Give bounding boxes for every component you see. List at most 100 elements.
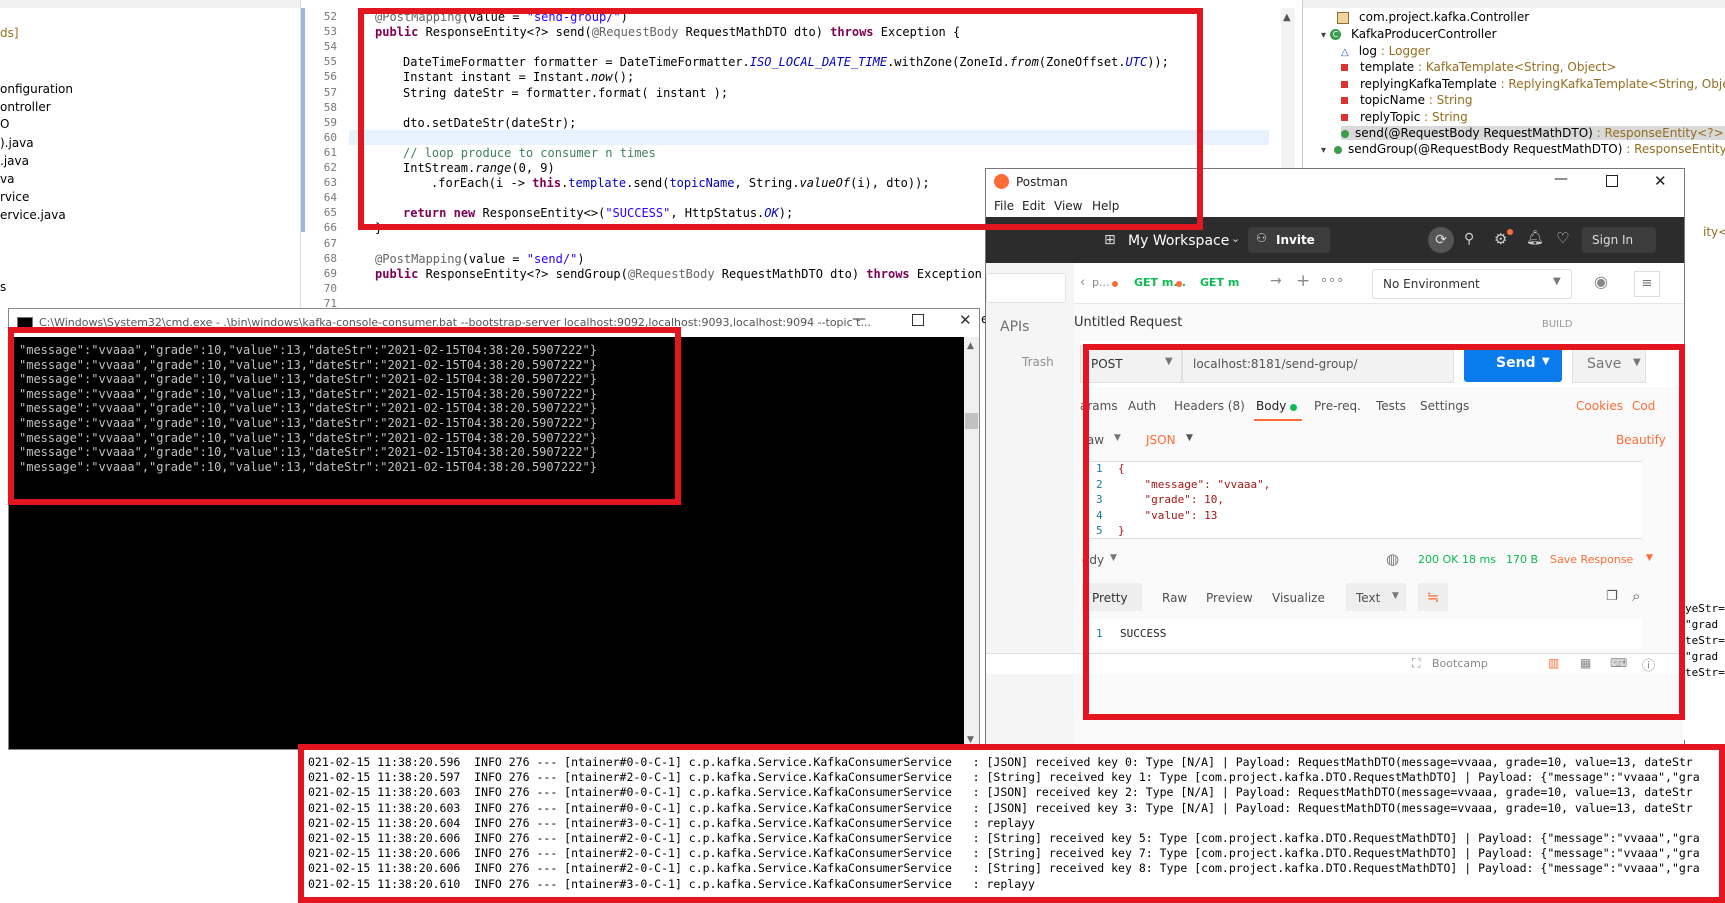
- request-tab[interactable]: GET m: [1200, 276, 1239, 289]
- response-size[interactable]: 170 B: [1506, 553, 1538, 566]
- cmd-scrollbar[interactable]: ▲ ▼: [964, 337, 979, 749]
- explorer-item[interactable]: rvice: [0, 190, 29, 204]
- new-tab-plus-icon[interactable]: +: [1296, 271, 1310, 291]
- body-line[interactable]: }: [1118, 524, 1125, 537]
- body-line[interactable]: "message": "vvaaa",: [1118, 478, 1270, 491]
- two-pane-icon[interactable]: ▦: [1580, 656, 1591, 670]
- invite-button[interactable]: ⚇ Invite: [1248, 227, 1330, 253]
- chevron-down-icon[interactable]: ▾: [1321, 30, 1326, 41]
- menu-help[interactable]: Help: [1092, 199, 1119, 213]
- code-line[interactable]: return new ResponseEntity<>("SUCCESS", H…: [403, 206, 793, 220]
- menu-view[interactable]: View: [1054, 199, 1082, 213]
- tab-prerequest[interactable]: Pre-req.: [1314, 399, 1361, 413]
- cookies-link[interactable]: Cookies: [1576, 399, 1623, 413]
- minimize-icon[interactable]: —: [1554, 171, 1568, 187]
- body-mode-select[interactable]: raw: [1082, 433, 1104, 447]
- maximize-icon[interactable]: [912, 314, 924, 326]
- cmd-titlebar[interactable]: C:\Windows\System32\cmd.exe - .\bin\wind…: [9, 309, 979, 337]
- outline-method[interactable]: ▾ sendGroup(@RequestBody RequestMathDTO) …: [1321, 142, 1725, 156]
- explorer-item[interactable]: ervice.java: [0, 208, 66, 222]
- more-icon[interactable]: ∘∘∘: [1320, 273, 1344, 288]
- bell-icon[interactable]: 🔔︎: [1526, 230, 1544, 246]
- satellite-icon[interactable]: ⚲: [1464, 231, 1474, 247]
- search-icon[interactable]: ⌕: [1632, 587, 1640, 605]
- eye-icon[interactable]: ◉: [1594, 272, 1608, 291]
- scroll-up-icon[interactable]: ▲: [1283, 12, 1291, 23]
- code-line[interactable]: String dateStr = formatter.format( insta…: [403, 86, 728, 100]
- url-input[interactable]: localhost:8181/send-group/: [1182, 345, 1454, 383]
- code-line[interactable]: public ResponseEntity<?> send(@RequestBo…: [375, 25, 960, 39]
- tab-params[interactable]: arams: [1080, 399, 1118, 413]
- explorer-item[interactable]: O: [0, 117, 9, 131]
- explorer-item[interactable]: .java: [0, 154, 29, 168]
- code-line[interactable]: Instant instant = Instant.now();: [403, 70, 634, 84]
- maximize-icon[interactable]: [1606, 175, 1618, 187]
- build-label[interactable]: BUILD: [1542, 319, 1572, 330]
- explorer-item[interactable]: va: [0, 172, 14, 186]
- cmd-window[interactable]: C:\Windows\System32\cmd.exe - .\bin\wind…: [8, 308, 980, 750]
- explorer-item[interactable]: s: [0, 280, 6, 294]
- chevron-down-icon[interactable]: ⌄: [1231, 232, 1240, 245]
- bootcamp-link[interactable]: Bootcamp: [1432, 657, 1488, 670]
- send-dropdown-icon[interactable]: ▼: [1542, 356, 1550, 367]
- postman-window[interactable]: Postman — ✕ File Edit View Help ⊞ My Wor…: [985, 168, 1685, 750]
- response-status[interactable]: 200 OK: [1418, 553, 1458, 566]
- outline-field[interactable]: △ log : Logger: [1341, 44, 1430, 58]
- bootcamp-icon[interactable]: ⛶: [1412, 656, 1420, 671]
- chevron-down-icon[interactable]: ▾: [1321, 145, 1326, 156]
- keyboard-icon[interactable]: ⌨: [1610, 656, 1627, 670]
- tab-tests[interactable]: Tests: [1376, 399, 1406, 413]
- outline-package[interactable]: com.project.kafka.Controller: [1337, 10, 1529, 24]
- send-button[interactable]: Send ▼: [1464, 345, 1562, 382]
- sign-in-button[interactable]: Sign In: [1582, 227, 1656, 253]
- outline-method[interactable]: send(@RequestBody RequestMathDTO) : Resp…: [1341, 126, 1725, 140]
- menu-file[interactable]: File: [994, 199, 1014, 213]
- workspace-selector[interactable]: My Workspace: [1128, 233, 1229, 249]
- sidebar-search[interactable]: [986, 273, 1066, 303]
- request-body-editor[interactable]: 1 {2 "message": "vvaaa", 3 "grade": 10, 4 "…: [1082, 461, 1642, 539]
- save-dropdown-icon[interactable]: ▼: [1633, 357, 1641, 368]
- method-select[interactable]: POST ▼: [1080, 345, 1182, 383]
- sidebar-item-trash[interactable]: Trash: [1022, 355, 1054, 369]
- sidebar-item-apis[interactable]: APIs: [1000, 319, 1029, 335]
- tab-body[interactable]: Body: [1256, 399, 1286, 413]
- explorer-item[interactable]: ontroller: [0, 100, 51, 114]
- save-response-button[interactable]: Save Response: [1550, 553, 1633, 566]
- help-icon[interactable]: ⓘ: [1642, 655, 1655, 674]
- request-name[interactable]: Untitled Request: [1074, 315, 1182, 330]
- explorer-item[interactable]: onfiguration: [0, 82, 73, 96]
- explorer-item[interactable]: ).java: [0, 136, 34, 150]
- outline-class[interactable]: ▾ C KafkaProducerController: [1321, 27, 1497, 41]
- tab-pretty[interactable]: Pretty: [1082, 583, 1142, 611]
- sync-icon[interactable]: ⟳: [1428, 227, 1454, 253]
- menu-edit[interactable]: Edit: [1022, 199, 1045, 213]
- tab-raw[interactable]: Raw: [1162, 591, 1187, 605]
- tab-visualize[interactable]: Visualize: [1272, 591, 1325, 605]
- code-line[interactable]: IntStream.range(0, 9): [403, 161, 555, 175]
- response-format-select[interactable]: Text ▼: [1346, 583, 1406, 611]
- body-type-select[interactable]: JSON: [1146, 433, 1176, 447]
- body-line[interactable]: "grade": 10,: [1118, 493, 1223, 506]
- copy-icon[interactable]: ❐: [1606, 589, 1618, 604]
- tab-back-icon[interactable]: ‹: [1080, 275, 1085, 290]
- arrow-right-icon[interactable]: →: [1270, 273, 1282, 289]
- wrap-lines-icon[interactable]: ≒: [1418, 583, 1448, 611]
- sliders-icon[interactable]: ≡: [1634, 271, 1660, 297]
- tab-auth[interactable]: Auth: [1128, 399, 1156, 413]
- response-body[interactable]: 1 SUCCESS: [1082, 619, 1642, 649]
- code-line[interactable]: }: [375, 221, 382, 235]
- close-icon[interactable]: ✕: [959, 311, 972, 329]
- code-line[interactable]: dto.setDateStr(dateStr);: [403, 116, 576, 130]
- cmd-output[interactable]: "message":"vvaaa","grade":10,"value":13,…: [9, 337, 964, 749]
- beautify-link[interactable]: Beautify: [1616, 433, 1666, 447]
- outline-field[interactable]: topicName : String: [1341, 93, 1472, 107]
- tab-settings[interactable]: Settings: [1420, 399, 1469, 413]
- code-line[interactable]: public ResponseEntity<?> sendGroup(@Requ…: [375, 267, 996, 281]
- response-time[interactable]: 18 ms: [1462, 553, 1496, 566]
- response-label[interactable]: ody: [1082, 553, 1104, 567]
- scroll-thumb[interactable]: [965, 413, 978, 429]
- environment-selector[interactable]: No Environment ▼: [1372, 269, 1572, 299]
- code-line[interactable]: .forEach(i -> this.template.send(topicNa…: [431, 176, 930, 190]
- tab-headers[interactable]: Headers (8): [1174, 399, 1245, 413]
- save-button[interactable]: Save ▼: [1572, 345, 1646, 383]
